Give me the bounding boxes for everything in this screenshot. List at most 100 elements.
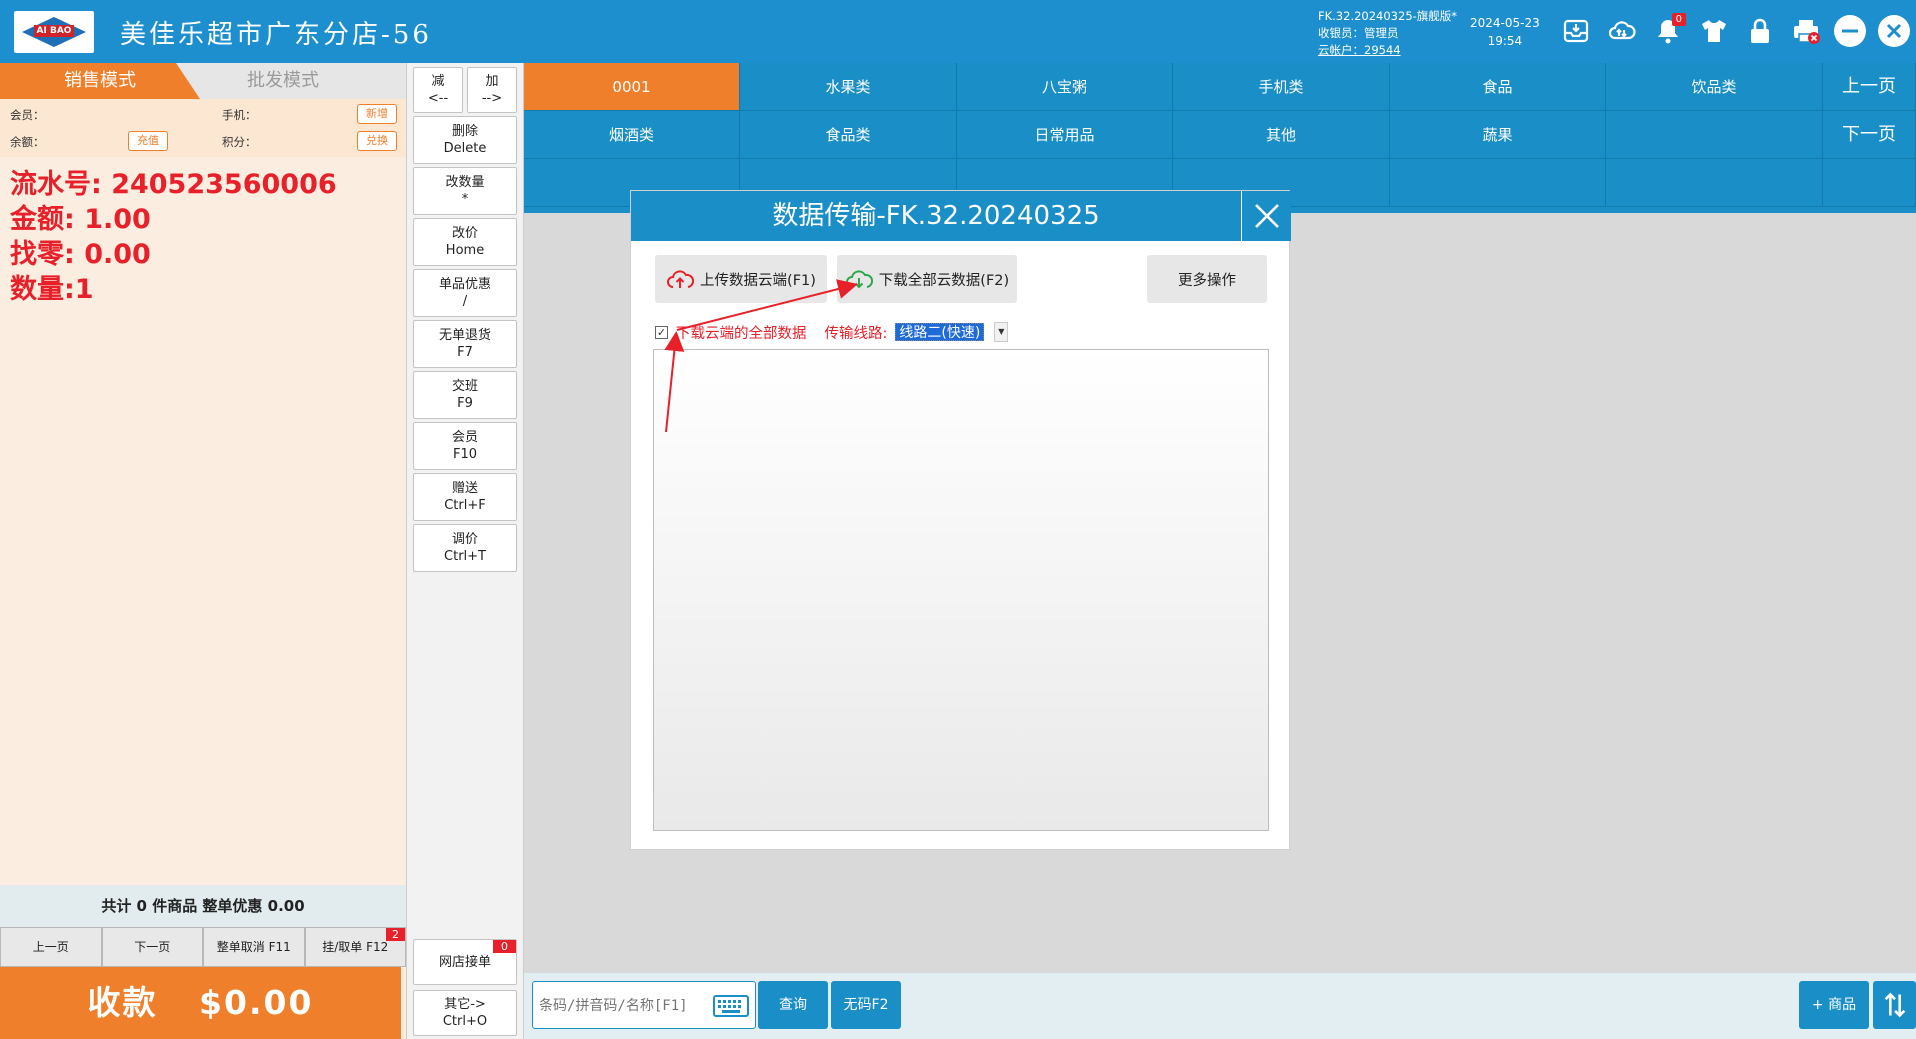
member-button[interactable]: 会员 F10 — [413, 422, 517, 470]
cloud-download-icon — [845, 270, 873, 289]
gift-label: 赠送 — [451, 481, 478, 496]
change-quantity-key: * — [461, 192, 469, 207]
return-without-receipt-button[interactable]: 无单退货 F7 — [413, 320, 517, 368]
quantity-value: 数量:1 — [10, 274, 94, 305]
gift-button[interactable]: 赠送 Ctrl+F — [413, 473, 517, 521]
tab-sales-mode[interactable]: 销售模式 — [0, 63, 200, 99]
download-all-checkbox[interactable]: ✓ — [655, 325, 668, 339]
increase-label: 加 — [485, 74, 499, 89]
other-functions-button[interactable]: 其它-> Ctrl+O — [413, 990, 517, 1036]
prev-page-button[interactable]: 上一页 — [0, 927, 102, 967]
category-vegetables[interactable]: 蔬果 — [1390, 111, 1606, 159]
online-orders-button[interactable]: 网店接单 0 — [413, 939, 517, 985]
category-food[interactable]: 食品 — [1390, 63, 1606, 111]
close-app-icon[interactable] — [1876, 13, 1912, 49]
dialog-close-button[interactable] — [1241, 191, 1291, 241]
add-product-button[interactable]: + 商品 — [1799, 981, 1869, 1029]
category-next-page[interactable]: 下一页 — [1823, 111, 1916, 159]
item-discount-button[interactable]: 单品优惠 / — [413, 269, 517, 317]
barcode-search-input[interactable] — [539, 992, 709, 1020]
item-discount-label: 单品优惠 — [438, 277, 491, 292]
printer-error-icon[interactable] — [1788, 13, 1824, 49]
member-button-label: 会员 — [451, 430, 478, 445]
route-dropdown-icon[interactable]: ▼ — [994, 322, 1009, 342]
bottom-toolbar: 查询 无码F2 + 商品 — [524, 973, 1916, 1039]
category-other[interactable]: 其他 — [1173, 111, 1390, 159]
category-foods[interactable]: 食品类 — [740, 111, 957, 159]
query-button[interactable]: 查询 — [758, 981, 828, 1029]
delete-button[interactable]: 删除 Delete — [413, 116, 517, 164]
version-text: FK.32.20240325-旗舰版* — [1318, 9, 1458, 23]
adjust-price-label: 调价 — [451, 532, 478, 547]
member-button-key: F10 — [452, 447, 478, 462]
order-summary: 流水号: 240523560006 金额: 1.00 找零: 0.00 数量:1 — [10, 167, 337, 307]
change-quantity-label: 改数量 — [445, 175, 485, 190]
balance-label: 余额： — [10, 135, 45, 149]
download-options: ✓ 下载云端的全部数据 传输线路: 线路二(快速) ▼ — [655, 321, 1009, 343]
lock-icon[interactable] — [1742, 13, 1778, 49]
change-value: 找零: 0.00 — [10, 239, 151, 270]
hold-order-button[interactable]: 挂/取单 F12 2 — [304, 927, 406, 967]
new-member-button[interactable]: 新增 — [357, 104, 397, 124]
checkout-amount: $0.00 — [199, 983, 314, 1022]
sales-panel: 销售模式 批发模式 会员： 手机： 新增 余额： 充值 积分： 兑换 流水号: … — [0, 63, 406, 1039]
cloud-sync-icon[interactable] — [1604, 13, 1640, 49]
more-actions-button[interactable]: 更多操作 — [1147, 255, 1267, 303]
checkout-label: 收款 — [87, 983, 158, 1022]
category-empty-7[interactable] — [1606, 159, 1823, 207]
sort-toggle-button[interactable] — [1873, 981, 1916, 1029]
change-price-key: Home — [445, 243, 485, 258]
keyboard-icon[interactable] — [713, 994, 749, 1018]
category-congee[interactable]: 八宝粥 — [957, 63, 1173, 111]
shift-handover-button[interactable]: 交班 F9 — [413, 371, 517, 419]
change-quantity-button[interactable]: 改数量 * — [413, 167, 517, 215]
minimize-icon[interactable] — [1832, 13, 1868, 49]
datetime: 2024-05-23 19:54 — [1470, 14, 1540, 50]
tab-wholesale-mode[interactable]: 批发模式 — [200, 63, 406, 99]
barcode-search — [532, 981, 756, 1029]
category-daily-goods[interactable]: 日常用品 — [957, 111, 1173, 159]
category-tobacco-wine[interactable]: 烟酒类 — [524, 111, 740, 159]
cloud-upload-icon — [667, 270, 695, 288]
logo-text: AI BAO — [34, 25, 74, 37]
phone-label: 手机： — [222, 108, 257, 122]
category-0001[interactable]: 0001 — [524, 63, 740, 111]
no-barcode-button[interactable]: 无码F2 — [831, 981, 901, 1029]
change-price-button[interactable]: 改价 Home — [413, 218, 517, 266]
route-select[interactable]: 线路二(快速) — [895, 323, 985, 341]
tshirt-icon[interactable] — [1696, 13, 1732, 49]
brand-logo: AI BAO — [14, 11, 94, 53]
adjust-price-key: Ctrl+T — [444, 549, 486, 564]
category-empty-8[interactable] — [1823, 159, 1916, 207]
download-cloud-button[interactable]: 下载全部云数据(F2) — [837, 255, 1017, 303]
category-empty-6[interactable] — [1390, 159, 1606, 207]
download-all-label[interactable]: 下载云端的全部数据 — [676, 322, 807, 343]
upload-cloud-button[interactable]: 上传数据云端(F1) — [655, 255, 827, 303]
category-phones[interactable]: 手机类 — [1173, 63, 1390, 111]
redeem-button[interactable]: 兑换 — [357, 131, 397, 151]
item-discount-key: / — [462, 294, 468, 309]
checkout-button[interactable]: 收款 $0.00 — [0, 967, 401, 1039]
category-prev-page[interactable]: 上一页 — [1823, 63, 1916, 111]
other-key: Ctrl+O — [442, 1014, 488, 1029]
other-label: 其它-> — [444, 997, 486, 1012]
next-page-button[interactable]: 下一页 — [101, 927, 203, 967]
time-text: 19:54 — [1487, 34, 1523, 48]
bell-icon[interactable]: 0 — [1650, 13, 1686, 49]
increase-button[interactable]: 加 --> — [467, 67, 517, 113]
cancel-order-button[interactable]: 整单取消 F11 — [203, 927, 305, 967]
adjust-price-button[interactable]: 调价 Ctrl+T — [413, 524, 517, 572]
download-label: 下载全部云数据(F2) — [878, 272, 1010, 289]
route-label: 传输线路: — [824, 325, 888, 342]
close-icon — [1254, 204, 1279, 228]
decrease-button[interactable]: 减 <-- — [413, 67, 463, 113]
action-column: 减 <-- 加 --> 删除 Delete 改数量 * 改价 Home 单品优惠… — [406, 63, 524, 1039]
amount-value: 金额: 1.00 — [10, 204, 151, 235]
category-fruit[interactable]: 水果类 — [740, 63, 957, 111]
sort-arrows-icon — [1884, 992, 1905, 1018]
cloud-account-link[interactable]: 云帐户：29544 — [1318, 42, 1457, 59]
category-drinks[interactable]: 饮品类 — [1606, 63, 1823, 111]
inbox-icon[interactable] — [1558, 13, 1594, 49]
category-empty-1[interactable] — [1606, 111, 1823, 159]
recharge-button[interactable]: 充值 — [128, 131, 168, 151]
